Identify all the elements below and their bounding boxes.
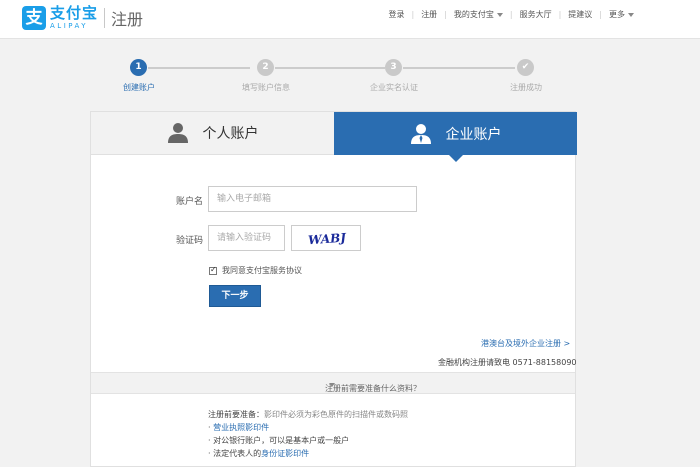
captcha-image-art: WABJ bbox=[308, 231, 348, 248]
prep-heading-note: 影印件必须为彩色原件的扫描件或数码照 bbox=[264, 410, 408, 419]
top-header: 支 支付宝 ALIPAY 注册 登录 | 注册 | 我的支付宝 | 服务大厅 |… bbox=[0, 0, 700, 39]
tab-personal-label: 个人账户 bbox=[202, 126, 259, 142]
registration-steps: 1 2 3 ✔ 创建账户 填写账户信息 企业实名认证 注册成功 bbox=[0, 55, 700, 95]
agree-terms-checkbox[interactable] bbox=[209, 265, 217, 275]
step-connector bbox=[275, 67, 385, 69]
prep-toggle-label: 注册前需要准备什么资料？ bbox=[325, 384, 421, 393]
nav-divider: | bbox=[411, 10, 415, 19]
business-license-link[interactable]: 营业执照影印件 bbox=[213, 423, 269, 432]
prep-materials-toggle[interactable]: 注册前需要准备什么资料？ bbox=[91, 372, 575, 394]
tab-enterprise-label: 企业账户 bbox=[445, 126, 502, 143]
prep-item-legal-rep: · 法定代表人的 bbox=[208, 449, 262, 458]
chevron-down-icon bbox=[628, 12, 634, 17]
nav-more-label: 更多 bbox=[609, 10, 625, 19]
step-4-label: 注册成功 bbox=[510, 83, 542, 92]
nav-divider: | bbox=[599, 10, 602, 19]
nav-divider: | bbox=[509, 10, 513, 19]
tab-personal-account[interactable]: 个人账户 bbox=[91, 112, 334, 155]
nav-register[interactable]: 注册 bbox=[421, 9, 437, 20]
page-title: 注册 bbox=[111, 10, 144, 29]
alipay-logo-icon: 支 bbox=[22, 6, 46, 30]
logo-english-text: ALIPAY bbox=[50, 22, 89, 30]
nav-service-hall[interactable]: 服务大厅 bbox=[520, 9, 552, 20]
alipay-logo[interactable]: 支 支付宝 ALIPAY 注册 bbox=[22, 6, 143, 30]
step-3-number: 3 bbox=[385, 59, 402, 76]
logo-divider bbox=[104, 8, 106, 28]
agree-terms-row[interactable]: 我同意支付宝服务协议 bbox=[209, 265, 302, 276]
agree-terms-label: 我同意支付宝服务协议 bbox=[222, 266, 302, 275]
nav-divider: | bbox=[444, 10, 447, 19]
account-email-input[interactable]: 输入电子邮箱 bbox=[208, 186, 417, 212]
foreign-enterprise-register-link[interactable]: 港澳台及境外企业注册 > bbox=[481, 338, 570, 349]
id-card-link[interactable]: 身份证影印件 bbox=[261, 449, 309, 458]
nav-divider: | bbox=[558, 10, 562, 19]
step-2-label: 填写账户信息 bbox=[242, 83, 290, 92]
captcha-input[interactable]: 请输入验证码 bbox=[208, 225, 285, 251]
prep-heading: 注册前要准备： bbox=[208, 410, 264, 419]
step-4-check-icon: ✔ bbox=[517, 59, 534, 76]
nav-my-alipay[interactable]: 我的支付宝 bbox=[454, 9, 503, 20]
step-connector bbox=[148, 67, 250, 69]
next-step-button[interactable]: 下一步 bbox=[209, 285, 261, 307]
captcha-label: 验证码 bbox=[175, 236, 203, 246]
step-3-label: 企业实名认证 bbox=[370, 83, 418, 92]
nav-my-alipay-label: 我的支付宝 bbox=[453, 10, 494, 19]
person-icon bbox=[167, 123, 188, 143]
chevron-down-icon bbox=[496, 12, 503, 17]
account-name-label: 账户名 bbox=[175, 197, 203, 207]
chevron-down-icon bbox=[329, 383, 335, 387]
top-nav: 登录 | 注册 | 我的支付宝 | 服务大厅 | 提建议 | 更多 bbox=[388, 9, 634, 20]
business-person-icon bbox=[410, 123, 431, 144]
tab-enterprise-account[interactable]: 企业账户 bbox=[334, 112, 577, 162]
nav-more[interactable]: 更多 bbox=[609, 9, 634, 20]
financial-institution-phone: 金融机构注册请致电 0571-88158090 bbox=[438, 358, 577, 367]
prep-materials-list: 注册前要准备：影印件必须为彩色原件的扫描件或数码照 · 营业执照影印件 · 对公… bbox=[208, 410, 408, 458]
step-connector bbox=[403, 67, 515, 69]
captcha-text: WABJ bbox=[308, 231, 348, 248]
captcha-image[interactable]: WABJ bbox=[291, 225, 361, 251]
nav-suggestion[interactable]: 提建议 bbox=[568, 9, 592, 20]
step-1-label: 创建账户 bbox=[123, 83, 155, 92]
prep-item-bank-account: · 对公银行账户，可以是基本户或一般户 bbox=[208, 436, 350, 445]
step-1-number: 1 bbox=[130, 59, 147, 76]
logo-chinese-text: 支付宝 bbox=[50, 4, 99, 22]
nav-login[interactable]: 登录 bbox=[388, 9, 404, 20]
register-panel: 个人账户 企业账户 账户名 输入电子邮箱 验证码 请输入验证码 WABJ 我同意… bbox=[90, 111, 577, 467]
step-2-number: 2 bbox=[257, 59, 274, 76]
